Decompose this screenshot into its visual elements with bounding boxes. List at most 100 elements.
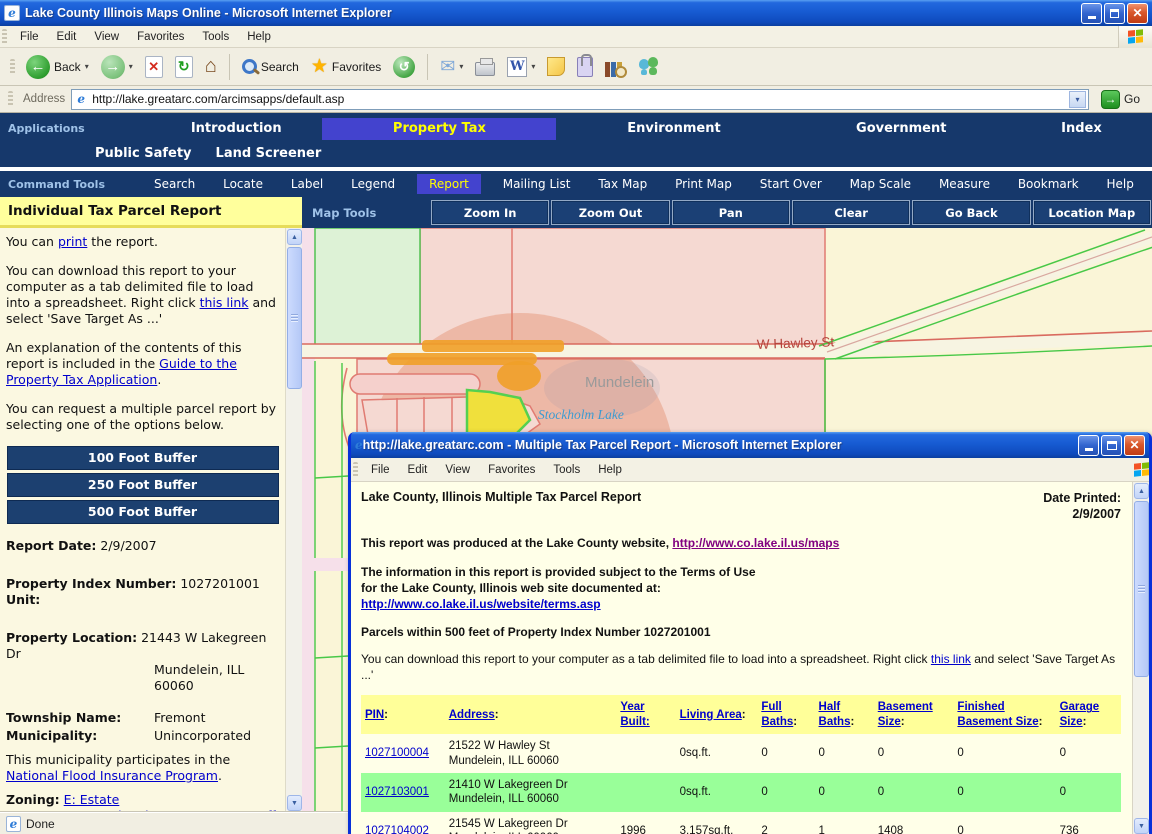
col-header-pin[interactable]: PIN	[365, 709, 384, 721]
popup-close-button[interactable]	[1124, 435, 1145, 456]
popup-menu-file[interactable]: File	[362, 461, 399, 479]
stop-button[interactable]	[140, 54, 168, 80]
cmd-label[interactable]: Label	[285, 174, 329, 194]
cmd-help[interactable]: Help	[1101, 174, 1140, 194]
buffer-250-button[interactable]: 250 Foot Buffer	[7, 473, 279, 497]
scroll-thumb[interactable]	[1134, 501, 1149, 677]
cmd-print-map[interactable]: Print Map	[669, 174, 738, 194]
scroll-down-icon[interactable]	[1134, 818, 1149, 834]
col-header-half-baths[interactable]: Half Baths	[819, 701, 851, 727]
cmd-tax-map[interactable]: Tax Map	[592, 174, 653, 194]
scroll-up-icon[interactable]	[1134, 483, 1149, 499]
map-parcel-green[interactable]	[315, 228, 420, 346]
clear-button[interactable]: Clear	[792, 200, 910, 225]
discuss-button[interactable]	[542, 55, 570, 78]
menu-file[interactable]: File	[11, 28, 48, 46]
menu-help[interactable]: Help	[238, 28, 280, 46]
zoom-out-button[interactable]: Zoom Out	[551, 200, 669, 225]
nav-government[interactable]: Government	[792, 121, 1011, 136]
col-header-garage-size[interactable]: Garage Size	[1060, 701, 1100, 727]
popup-menu-tools[interactable]: Tools	[544, 461, 589, 479]
go-button[interactable]: Go	[1095, 89, 1146, 110]
buffer-500-button[interactable]: 500 Foot Buffer	[7, 500, 279, 524]
scroll-thumb[interactable]	[287, 247, 302, 389]
nav-property-tax[interactable]: Property Tax	[322, 118, 556, 140]
popup-menu-edit[interactable]: Edit	[399, 461, 437, 479]
cmd-legend[interactable]: Legend	[345, 174, 401, 194]
back-dropdown-icon[interactable]	[85, 62, 89, 71]
popup-minimize-button[interactable]	[1078, 435, 1099, 456]
messenger-button[interactable]	[632, 55, 666, 79]
nav-public-safety[interactable]: Public Safety	[95, 146, 192, 161]
flood-program-link[interactable]: National Flood Insurance Program	[6, 768, 218, 783]
search-button[interactable]: Search	[237, 57, 304, 76]
home-button[interactable]	[200, 53, 222, 80]
address-dropdown-icon[interactable]	[1069, 91, 1086, 108]
forward-button[interactable]	[96, 53, 138, 81]
minimize-button[interactable]	[1081, 3, 1102, 24]
pin-link[interactable]: 1027104002	[365, 825, 429, 834]
research-button[interactable]	[600, 55, 630, 79]
menu-edit[interactable]: Edit	[48, 28, 86, 46]
terms-link[interactable]: http://www.co.lake.il.us/website/terms.a…	[361, 597, 601, 611]
popup-menu-favorites[interactable]: Favorites	[479, 461, 544, 479]
zoning-estate-link[interactable]: E: Estate	[64, 792, 120, 807]
mail-dropdown-icon[interactable]	[459, 62, 463, 71]
popup-scrollbar[interactable]	[1132, 482, 1149, 834]
restore-button[interactable]	[1104, 3, 1125, 24]
print-link[interactable]: print	[58, 234, 87, 249]
col-header-basement-size[interactable]: Basement Size	[878, 701, 933, 727]
lake-county-maps-link[interactable]: http://www.co.lake.il.us/maps	[672, 536, 839, 550]
address-input[interactable]: e http://lake.greatarc.com/arcimsapps/de…	[71, 89, 1089, 110]
pan-button[interactable]: Pan	[672, 200, 790, 225]
nav-land-screener[interactable]: Land Screener	[216, 146, 322, 161]
menu-view[interactable]: View	[85, 28, 128, 46]
go-back-button[interactable]: Go Back	[912, 200, 1030, 225]
pin-link[interactable]: 1027100004	[365, 747, 429, 759]
edit-dropdown-icon[interactable]	[531, 62, 535, 71]
nav-index[interactable]: Index	[1011, 121, 1152, 136]
left-panel-scrollbar[interactable]	[285, 228, 302, 812]
nav-introduction[interactable]: Introduction	[150, 121, 322, 136]
forward-dropdown-icon[interactable]	[129, 62, 133, 71]
cmd-report[interactable]: Report	[417, 174, 481, 194]
mail-button[interactable]	[435, 54, 468, 79]
download-link[interactable]: this link	[200, 295, 249, 310]
popup-title-bar: e http://lake.greatarc.com - Multiple Ta…	[351, 432, 1149, 458]
cmd-start-over[interactable]: Start Over	[754, 174, 828, 194]
refresh-button[interactable]	[170, 54, 198, 80]
attach-button[interactable]	[572, 55, 598, 79]
print-paragraph: You can print the report.	[6, 234, 279, 250]
col-header-full-baths[interactable]: Full Baths	[761, 701, 793, 727]
favorites-button[interactable]: Favorites	[306, 53, 386, 80]
popup-menu-view[interactable]: View	[436, 461, 479, 479]
popup-maximize-button[interactable]	[1101, 435, 1122, 456]
popup-menu-help[interactable]: Help	[589, 461, 631, 479]
close-button[interactable]	[1127, 3, 1148, 24]
popup-download-link[interactable]: this link	[931, 652, 971, 666]
cmd-map-scale[interactable]: Map Scale	[844, 174, 917, 194]
cmd-mailing-list[interactable]: Mailing List	[497, 174, 577, 194]
zoom-in-button[interactable]: Zoom In	[431, 200, 549, 225]
pin-link[interactable]: 1027103001	[365, 786, 429, 798]
cmd-bookmark[interactable]: Bookmark	[1012, 174, 1085, 194]
scroll-up-icon[interactable]	[287, 229, 302, 245]
address-url[interactable]: http://lake.greatarc.com/arcimsapps/defa…	[92, 92, 1069, 106]
col-header-living-area[interactable]: Living Area	[680, 709, 742, 721]
buffer-100-button[interactable]: 100 Foot Buffer	[7, 446, 279, 470]
menu-favorites[interactable]: Favorites	[128, 28, 193, 46]
cmd-locate[interactable]: Locate	[217, 174, 269, 194]
back-button[interactable]: Back	[21, 53, 94, 81]
scroll-down-icon[interactable]	[287, 795, 302, 811]
col-header-finished-basement[interactable]: Finished Basement Size	[957, 701, 1038, 727]
history-button[interactable]	[388, 54, 420, 80]
col-header-address[interactable]: Address	[449, 709, 495, 721]
cmd-search[interactable]: Search	[148, 174, 201, 194]
menu-tools[interactable]: Tools	[193, 28, 238, 46]
col-header-year-built[interactable]: Year Built:	[620, 701, 649, 727]
print-button[interactable]	[470, 56, 500, 78]
cmd-measure[interactable]: Measure	[933, 174, 996, 194]
nav-environment[interactable]: Environment	[556, 121, 791, 136]
location-map-button[interactable]: Location Map	[1033, 200, 1151, 225]
edit-word-button[interactable]: W	[502, 55, 540, 79]
